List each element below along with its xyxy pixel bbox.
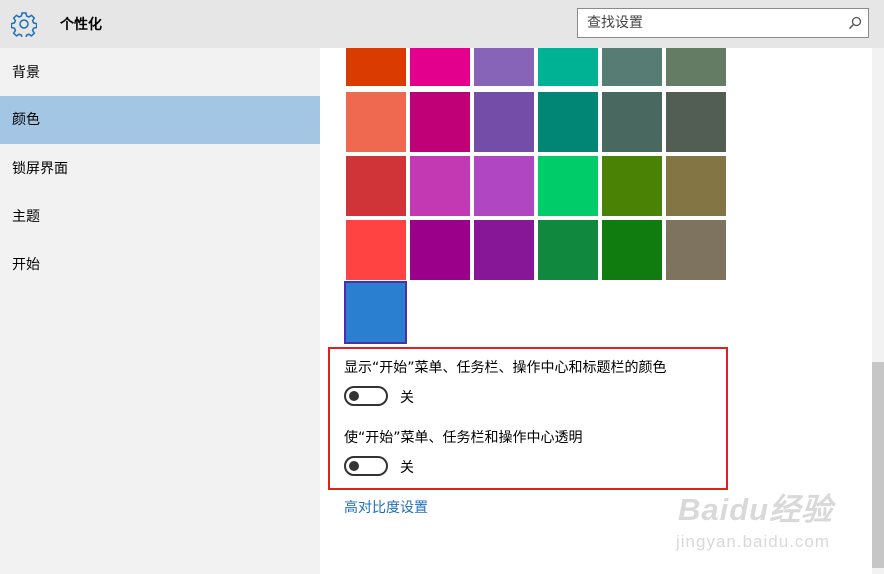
sidebar-item-lock-screen[interactable]: 锁屏界面 <box>0 145 320 193</box>
color-swatch[interactable] <box>346 156 406 216</box>
color-swatch[interactable] <box>346 220 406 280</box>
color-swatch[interactable] <box>344 281 407 344</box>
transparency-toggle[interactable] <box>344 456 388 476</box>
gear-icon <box>11 12 37 37</box>
color-swatch[interactable] <box>410 48 470 86</box>
transparency-state: 关 <box>400 460 414 476</box>
transparency-label: 使“开始”菜单、任务栏和操作中心透明 <box>344 430 583 446</box>
search-input[interactable] <box>578 9 847 37</box>
search-box[interactable] <box>577 8 869 38</box>
sidebar-item-background[interactable]: 背景 <box>0 49 320 97</box>
accent-on-surfaces-state: 关 <box>400 390 414 406</box>
toggle-knob <box>349 391 359 401</box>
color-swatch[interactable] <box>538 220 598 280</box>
color-swatch[interactable] <box>410 92 470 152</box>
color-swatch[interactable] <box>538 92 598 152</box>
color-swatch[interactable] <box>602 156 662 216</box>
sidebar-item-themes[interactable]: 主题 <box>0 193 320 241</box>
color-swatch[interactable] <box>346 48 406 86</box>
sidebar: 背景 颜色 锁屏界面 主题 开始 <box>0 48 320 574</box>
color-swatch[interactable] <box>474 92 534 152</box>
color-swatch[interactable] <box>474 220 534 280</box>
color-swatch[interactable] <box>602 220 662 280</box>
accent-on-surfaces-toggle[interactable] <box>344 386 388 406</box>
high-contrast-settings-link[interactable]: 高对比度设置 <box>344 497 428 517</box>
color-swatch[interactable] <box>666 220 726 280</box>
color-swatch[interactable] <box>666 156 726 216</box>
color-swatch[interactable] <box>666 48 726 86</box>
sidebar-item-start[interactable]: 开始 <box>0 241 320 289</box>
color-swatch[interactable] <box>410 156 470 216</box>
title-bar: 个性化 <box>0 0 884 48</box>
sidebar-item-colors[interactable]: 颜色 <box>0 96 320 144</box>
color-swatch[interactable] <box>602 48 662 86</box>
color-swatch[interactable] <box>602 92 662 152</box>
color-swatch[interactable] <box>346 92 406 152</box>
scrollbar-thumb[interactable] <box>872 362 884 568</box>
color-swatch[interactable] <box>474 156 534 216</box>
color-swatch[interactable] <box>474 48 534 86</box>
search-icon[interactable] <box>848 16 862 30</box>
color-swatch[interactable] <box>538 48 598 86</box>
color-swatch[interactable] <box>538 156 598 216</box>
color-swatch[interactable] <box>410 220 470 280</box>
color-swatch[interactable] <box>666 92 726 152</box>
accent-on-surfaces-label: 显示“开始”菜单、任务栏、操作中心和标题栏的颜色 <box>344 360 667 376</box>
toggle-knob <box>349 461 359 471</box>
page-title: 个性化 <box>60 17 102 33</box>
